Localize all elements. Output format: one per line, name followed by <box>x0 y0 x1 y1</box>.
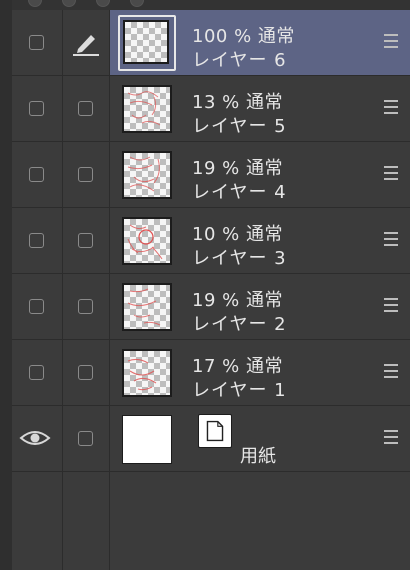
top-button-icon[interactable] <box>130 0 144 7</box>
paper-thumbnail[interactable] <box>122 415 172 464</box>
top-button-icon[interactable] <box>62 0 76 7</box>
lock-checkbox[interactable] <box>78 233 93 248</box>
pen-icon[interactable] <box>71 30 101 56</box>
visibility-column[interactable] <box>12 208 63 273</box>
layer-opacity-blend: 100 % 通常 <box>192 26 295 47</box>
menu-icon[interactable] <box>384 166 398 182</box>
lock-checkbox[interactable] <box>78 431 93 446</box>
visibility-column[interactable] <box>12 340 63 405</box>
layer-opacity-blend: 19 % 通常 <box>192 290 283 311</box>
layer-name: レイヤー 6 <box>192 50 287 71</box>
lock-column[interactable] <box>63 208 110 273</box>
lock-column[interactable] <box>63 142 110 207</box>
layer-name: レイヤー 4 <box>192 182 287 203</box>
visibility-checkbox[interactable] <box>29 101 44 116</box>
layer-thumbnail[interactable] <box>122 151 172 199</box>
top-button-icon[interactable] <box>96 0 110 7</box>
layer-content[interactable]: 19 % 通常 レイヤー 4 <box>110 142 410 207</box>
layer-name: レイヤー 2 <box>192 314 287 335</box>
layer-name: レイヤー 3 <box>192 248 287 269</box>
lock-column[interactable] <box>63 274 110 339</box>
layer-name: レイヤー 1 <box>192 380 287 401</box>
visibility-checkbox[interactable] <box>29 233 44 248</box>
lock-checkbox[interactable] <box>78 101 93 116</box>
layer-opacity-blend: 13 % 通常 <box>192 92 283 113</box>
layer-content[interactable]: 100 % 通常 レイヤー 6 <box>110 10 410 75</box>
lock-checkbox[interactable] <box>78 365 93 380</box>
layer-panel: 100 % 通常 レイヤー 6 13 % 通常 レイヤー 5 19 % 通常 レ… <box>12 0 410 570</box>
left-edge <box>0 0 12 570</box>
sketch-marks <box>127 358 157 391</box>
layer-opacity-blend: 17 % 通常 <box>192 356 283 377</box>
lock-checkbox[interactable] <box>78 299 93 314</box>
layer-content[interactable]: 19 % 通常 レイヤー 2 <box>110 274 410 339</box>
paper-icon <box>198 414 232 448</box>
menu-icon[interactable] <box>384 34 398 50</box>
layer-thumbnail[interactable] <box>123 20 169 64</box>
menu-icon[interactable] <box>384 100 398 116</box>
layer-name: 用紙 <box>240 446 276 467</box>
eye-icon[interactable] <box>19 428 51 448</box>
sketch-marks <box>127 288 161 326</box>
layer-content[interactable]: 13 % 通常 レイヤー 5 <box>110 76 410 141</box>
visibility-column[interactable] <box>12 76 63 141</box>
lock-checkbox[interactable] <box>78 167 93 182</box>
visibility-column[interactable] <box>12 142 63 207</box>
layer-thumbnail[interactable] <box>122 85 172 133</box>
menu-icon[interactable] <box>384 430 398 446</box>
sketch-marks <box>127 91 161 126</box>
visibility-column <box>12 472 63 570</box>
visibility-column[interactable] <box>12 274 63 339</box>
layer-content[interactable]: 10 % 通常 レイヤー 3 <box>110 208 410 273</box>
menu-icon[interactable] <box>384 298 398 314</box>
layer-opacity-blend: 19 % 通常 <box>192 158 283 179</box>
lock-column[interactable] <box>63 10 110 75</box>
lock-column[interactable] <box>63 406 110 471</box>
sketch-marks <box>127 224 163 260</box>
layer-thumbnail[interactable] <box>122 349 172 397</box>
layer-row-1[interactable]: 17 % 通常 レイヤー 1 <box>12 340 410 406</box>
layer-thumbnail[interactable] <box>122 217 172 265</box>
layer-content[interactable]: 用紙 <box>110 406 410 471</box>
lock-column[interactable] <box>63 340 110 405</box>
layer-name: レイヤー 5 <box>192 116 287 137</box>
menu-icon[interactable] <box>384 232 398 248</box>
visibility-column[interactable] <box>12 10 63 75</box>
visibility-column[interactable] <box>12 406 63 471</box>
visibility-checkbox[interactable] <box>29 365 44 380</box>
paper-layer-row[interactable]: 用紙 <box>12 406 410 472</box>
layer-opacity-blend: 10 % 通常 <box>192 224 283 245</box>
layer-list: 100 % 通常 レイヤー 6 13 % 通常 レイヤー 5 19 % 通常 レ… <box>12 10 410 472</box>
lock-column <box>63 472 110 570</box>
layer-row-5[interactable]: 13 % 通常 レイヤー 5 <box>12 76 410 142</box>
empty-area <box>12 472 410 570</box>
visibility-checkbox[interactable] <box>29 299 44 314</box>
menu-icon[interactable] <box>384 364 398 380</box>
layer-content[interactable]: 17 % 通常 レイヤー 1 <box>110 340 410 405</box>
top-button-icon[interactable] <box>28 0 42 7</box>
visibility-checkbox[interactable] <box>29 35 44 50</box>
layer-row-3[interactable]: 10 % 通常 レイヤー 3 <box>12 208 410 274</box>
layer-thumbnail[interactable] <box>122 283 172 331</box>
visibility-checkbox[interactable] <box>29 167 44 182</box>
layer-row-6[interactable]: 100 % 通常 レイヤー 6 <box>12 10 410 76</box>
lock-column[interactable] <box>63 76 110 141</box>
sketch-marks <box>127 156 160 192</box>
layer-row-2[interactable]: 19 % 通常 レイヤー 2 <box>12 274 410 340</box>
layer-row-4[interactable]: 19 % 通常 レイヤー 4 <box>12 142 410 208</box>
